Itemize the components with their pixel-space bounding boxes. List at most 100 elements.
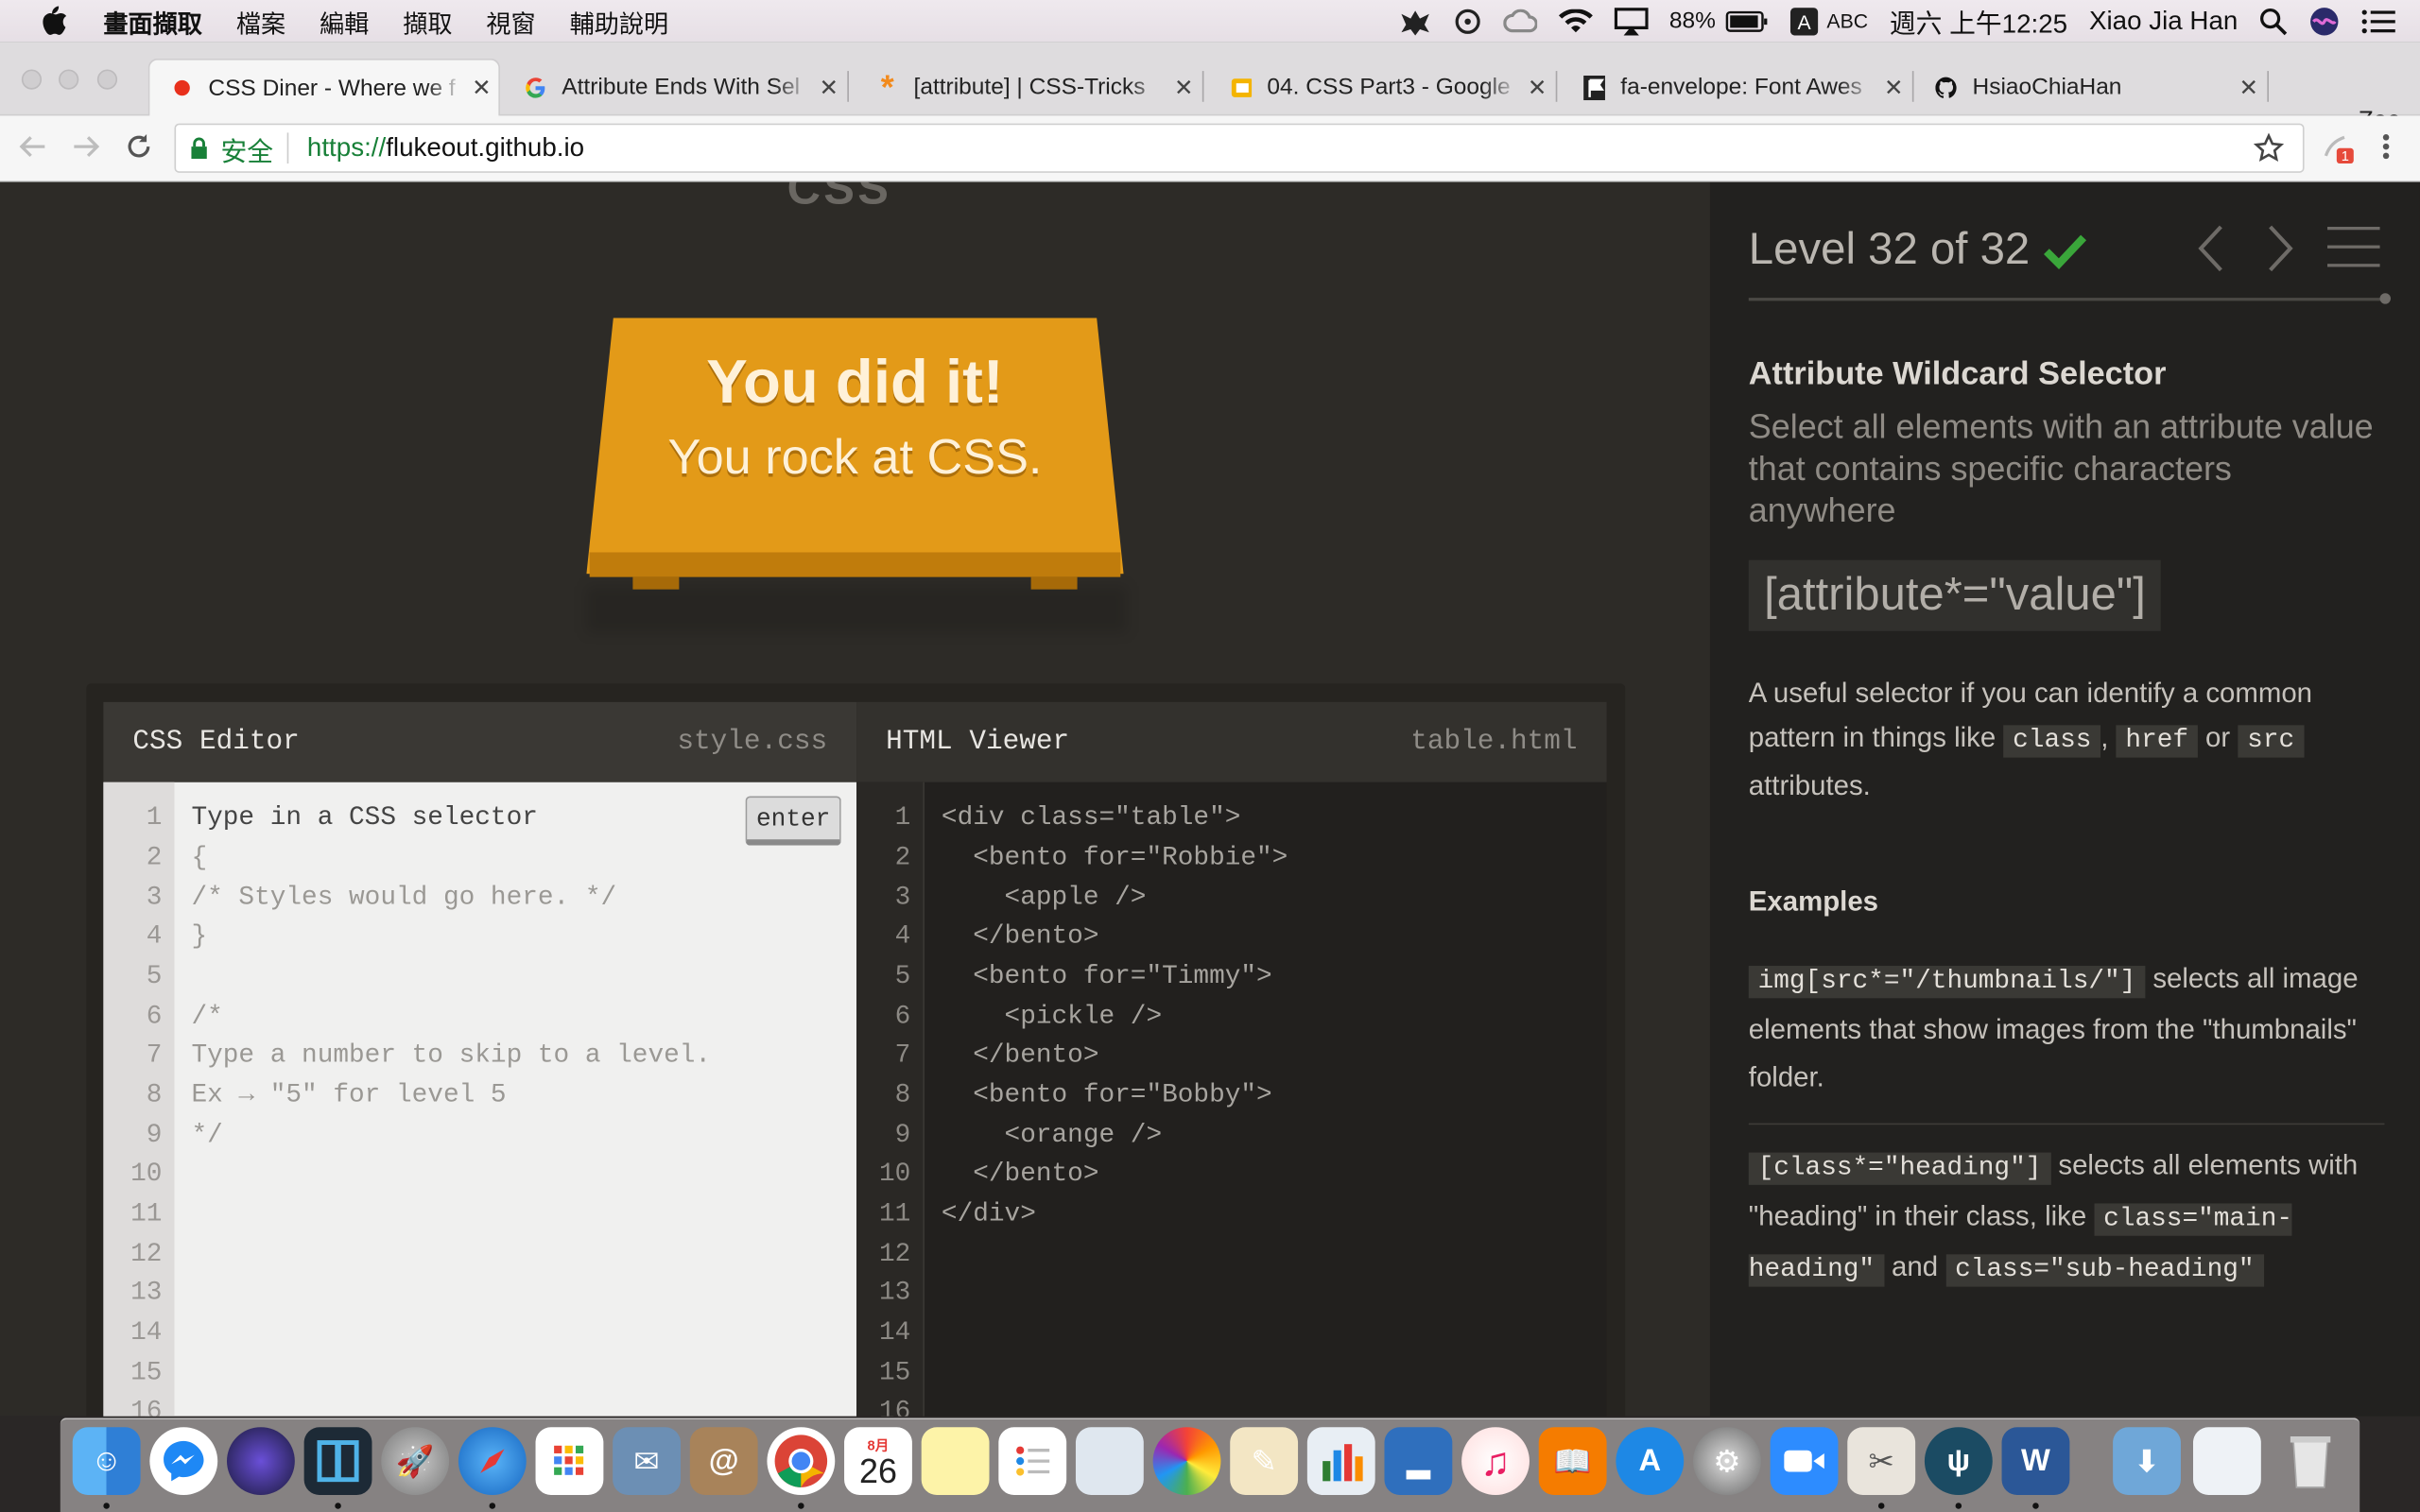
wifi-icon[interactable]	[1558, 8, 1593, 33]
html-line-bento-timmy[interactable]: <bento for="Timmy">	[942, 963, 1272, 992]
reminders-icon[interactable]	[998, 1427, 1067, 1496]
system-preferences-icon[interactable]: ⚙	[1693, 1427, 1761, 1496]
siri-icon[interactable]	[2308, 6, 2340, 37]
itunes-icon[interactable]: ♫	[1461, 1427, 1530, 1496]
menu-clock[interactable]: 週六 上午12:25	[1890, 2, 2067, 41]
sourcetree-icon[interactable]: ψ	[1924, 1427, 1993, 1496]
next-level-button[interactable]	[2262, 222, 2299, 275]
html-line-bento-robbie[interactable]: <bento for="Robbie">	[942, 844, 1288, 873]
preview-icon[interactable]	[1075, 1427, 1144, 1496]
airplay-icon[interactable]	[1614, 7, 1648, 35]
menu-edit[interactable]: 編輯	[320, 2, 369, 39]
downloads-folder-icon[interactable]: ⬇	[2113, 1427, 2181, 1496]
creative-cloud-icon[interactable]	[1502, 8, 1537, 33]
tab-css-tricks[interactable]: * [attribute] | CSS-Tricks ✕	[855, 59, 1204, 115]
close-icon[interactable]: ✕	[1520, 74, 1554, 101]
spotlight-icon[interactable]	[2259, 7, 2288, 35]
chrome-menu-icon[interactable]	[2367, 129, 2404, 165]
level-menu-icon[interactable]	[2327, 226, 2380, 270]
tab-attribute-ends-with[interactable]: Attribute Ends With Sel ✕	[503, 59, 849, 115]
mail-stamp-icon[interactable]: ✉	[613, 1427, 681, 1496]
notes-icon[interactable]	[921, 1427, 990, 1496]
menu-help[interactable]: 輔助說明	[570, 2, 669, 39]
ibooks-icon[interactable]: 📖	[1538, 1427, 1607, 1496]
html-line-bento-close[interactable]: </bento>	[942, 1041, 1098, 1071]
menu-capture[interactable]: 擷取	[403, 2, 452, 39]
app-store-icon[interactable]: A	[1616, 1427, 1685, 1496]
window-close-button[interactable]	[21, 69, 43, 90]
line-number: 8	[146, 1081, 163, 1111]
notification-center-icon[interactable]	[2361, 9, 2395, 33]
contacts-icon[interactable]: @	[689, 1427, 758, 1496]
html-line-bento-close[interactable]: </bento>	[942, 922, 1098, 952]
close-icon[interactable]: ✕	[812, 74, 846, 101]
menu-user[interactable]: Xiao Jia Han	[2089, 6, 2238, 37]
html-line-div-close[interactable]: </div>	[942, 1200, 1036, 1229]
input-source-icon[interactable]: A	[1789, 7, 1818, 35]
html-line-bento-bobby[interactable]: <bento for="Bobby">	[942, 1081, 1272, 1110]
finder-icon[interactable]: ☺	[72, 1427, 141, 1496]
siri-dock-icon[interactable]	[226, 1427, 295, 1496]
window-minimize-button[interactable]	[59, 69, 79, 90]
close-icon[interactable]: ✕	[464, 74, 498, 102]
secure-indicator[interactable]: 安全	[176, 132, 289, 166]
trash-icon[interactable]	[2276, 1427, 2344, 1495]
enter-button[interactable]: enter	[745, 796, 841, 846]
close-icon[interactable]: ✕	[1876, 74, 1910, 101]
calendar-icon[interactable]: 8月 26	[844, 1427, 912, 1496]
photos-icon[interactable]	[1152, 1427, 1221, 1496]
line-number: 2	[146, 844, 163, 874]
tab-font-awesome[interactable]: fa-envelope: Font Awes ✕	[1562, 59, 1914, 115]
safari-icon[interactable]	[458, 1427, 527, 1496]
css-editor-body[interactable]: 1 2 3 4 5 6 7 8 9 10 11 12 13 14 15 16 T…	[103, 782, 857, 1417]
keynote-icon[interactable]: ▂	[1384, 1427, 1453, 1496]
hint-text: or	[2205, 722, 2231, 753]
word-icon[interactable]: W	[2001, 1427, 2070, 1496]
scissors-tool-icon[interactable]: ✂	[1847, 1427, 1916, 1496]
html-line-bento-close[interactable]: </bento>	[942, 1160, 1098, 1190]
menu-screenshot[interactable]: 畫面擷取	[103, 2, 202, 39]
app-grid-icon[interactable]	[535, 1427, 604, 1496]
html-line-orange[interactable]: <orange />	[942, 1122, 1163, 1151]
airdrop-icon[interactable]	[1453, 7, 1480, 34]
apple-menu-icon[interactable]	[39, 6, 70, 37]
tab-google-slides[interactable]: 04. CSS Part3 - Google ✕	[1208, 59, 1558, 115]
css-input-placeholder[interactable]: Type in a CSS selector	[191, 804, 537, 833]
bookmark-star-icon[interactable]	[2253, 132, 2285, 171]
url-text[interactable]: https://flukeout.github.io	[288, 132, 584, 163]
input-source-label[interactable]: ABC	[1826, 9, 1868, 32]
screen: 畫面擷取 檔案 編輯 擷取 視窗 輔助說明 88% A ABC 週六 上午12:…	[0, 0, 2420, 1512]
html-line-apple[interactable]: <apple />	[942, 885, 1147, 914]
css-editor-title: CSS Editor	[132, 726, 300, 758]
reload-button[interactable]	[120, 129, 157, 165]
css-editor-filename: style.css	[677, 726, 828, 758]
numbers-icon[interactable]	[1306, 1427, 1375, 1496]
line-number: 16	[878, 1398, 911, 1417]
menu-file[interactable]: 檔案	[236, 2, 285, 39]
tab-css-diner[interactable]: CSS Diner - Where we f ✕	[147, 59, 500, 116]
close-icon[interactable]: ✕	[1167, 74, 1201, 101]
battery-icon[interactable]	[1725, 10, 1769, 32]
html-line-pickle[interactable]: <pickle />	[942, 1003, 1163, 1032]
close-icon[interactable]: ✕	[2232, 74, 2266, 101]
screen-capture-icon[interactable]	[303, 1427, 372, 1496]
desktop-stack-icon[interactable]	[2192, 1427, 2261, 1496]
tab-github[interactable]: HsiaoChiaHan ✕	[1913, 59, 2269, 115]
back-button[interactable]	[14, 129, 51, 165]
line-number: 11	[878, 1200, 911, 1230]
extension-icon[interactable]: 1	[2320, 129, 2357, 165]
code-line: Type a number to skip to a level.	[191, 1041, 712, 1072]
messenger-icon[interactable]	[149, 1427, 218, 1496]
menu-window[interactable]: 視窗	[486, 2, 535, 39]
address-bar[interactable]: 安全 https://flukeout.github.io	[174, 123, 2305, 173]
window-zoom-button[interactable]	[96, 69, 118, 90]
line-number: 6	[894, 1003, 911, 1033]
pages-icon[interactable]: ✎	[1230, 1427, 1299, 1496]
html-line-div-open[interactable]: <div class="table">	[942, 804, 1240, 833]
launchpad-icon[interactable]: 🚀	[381, 1427, 450, 1496]
zoom-icon[interactable]	[1770, 1427, 1839, 1496]
chrome-icon[interactable]	[767, 1427, 836, 1496]
previous-level-button[interactable]	[2191, 222, 2228, 275]
gremlin-icon[interactable]	[1397, 7, 1431, 35]
forward-button[interactable]	[68, 129, 105, 165]
